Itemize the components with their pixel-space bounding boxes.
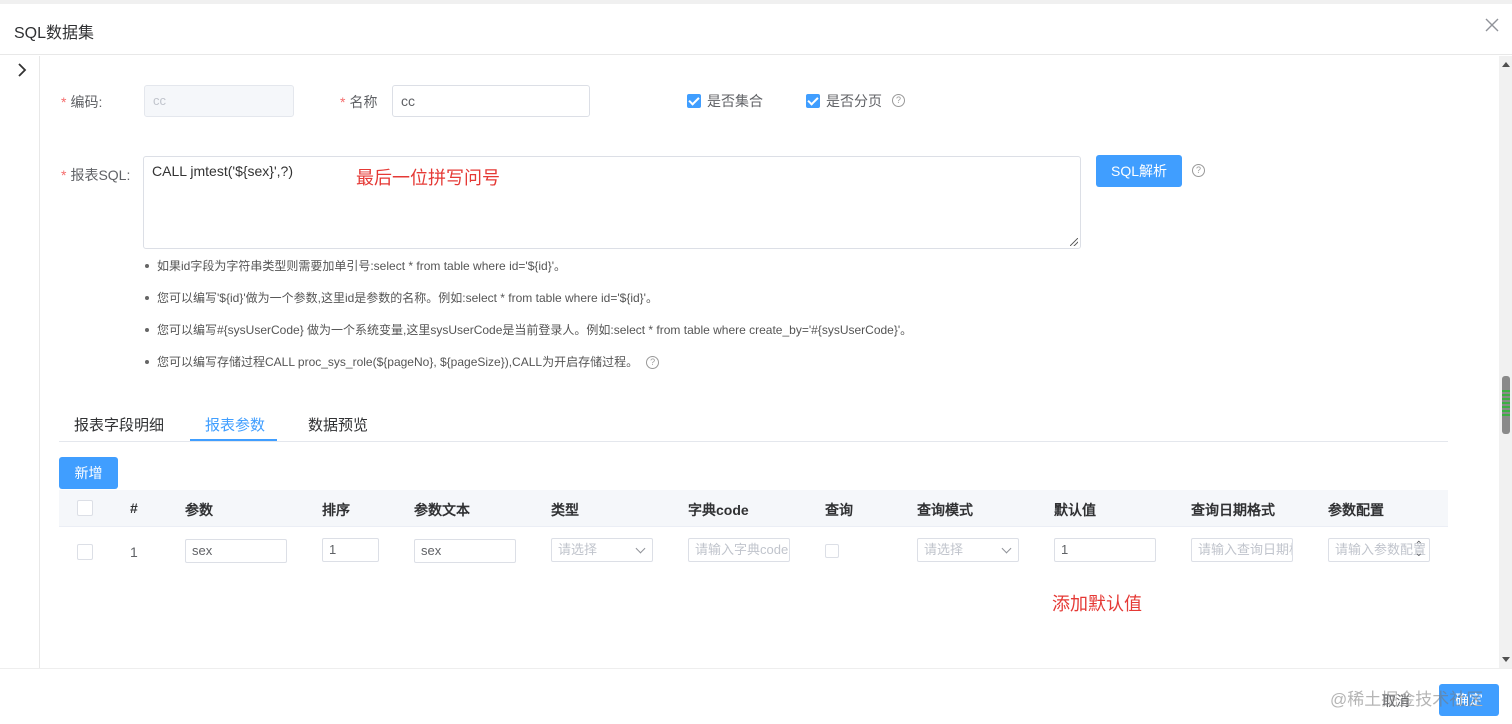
col-header: 查询日期格式 [1191, 502, 1275, 518]
is-paged-label: 是否分页 [826, 93, 882, 109]
row-checkbox[interactable] [77, 544, 93, 560]
chevron-down-icon [635, 543, 646, 554]
watermark: @稀土掘金技术社区 [1330, 690, 1484, 709]
dialog-header: SQL数据集 [0, 4, 1512, 55]
collapsed-sidebar [0, 56, 40, 668]
vertical-scrollbar[interactable] [1499, 56, 1512, 668]
select-all-checkbox[interactable] [77, 500, 93, 516]
checkbox-checked-icon [806, 94, 820, 108]
sql-parse-button[interactable]: SQL解析 [1096, 155, 1182, 187]
dialog-title: SQL数据集 [14, 25, 95, 42]
tip-item: 如果id字段为字符串类型则需要加单引号:select * from table … [145, 260, 1045, 292]
resize-handle-icon[interactable] [1070, 238, 1078, 246]
help-icon[interactable]: ? [646, 356, 660, 370]
tip-item: 您可以编写存储过程CALL proc_sys_role(${pageNo}, $… [145, 356, 1045, 388]
type-select-placeholder: 请选择 [558, 542, 598, 557]
active-tab-indicator [190, 439, 277, 441]
dialog-footer: 取消 确定 @稀土掘金技术社区 [0, 668, 1512, 724]
name-input[interactable]: cc [392, 85, 590, 117]
expand-icon[interactable]: ⌃ ⌄ [1415, 541, 1423, 559]
query-mode-placeholder: 请选择 [924, 542, 964, 557]
name-label: * 名称 [340, 94, 378, 110]
chevron-right-icon[interactable] [16, 62, 28, 78]
col-header: 查询 [825, 502, 853, 518]
col-header: 类型 [551, 502, 579, 518]
sql-tips-list: 如果id字段为字符串类型则需要加单引号:select * from table … [145, 260, 1045, 388]
query-mode-select[interactable]: 请选择 [917, 538, 1019, 562]
tab-report-params[interactable]: 报表参数 [205, 414, 265, 435]
order-input[interactable]: 1 [322, 538, 379, 562]
table-row: 1 sex 1 sex 请选择 请输入字典code 请选择 1 请输入查询日期格… [59, 527, 1448, 577]
param-text-input[interactable]: sex [414, 539, 516, 563]
help-icon[interactable]: ? [1192, 164, 1205, 177]
col-header: 默认值 [1054, 502, 1096, 518]
scroll-down-icon[interactable] [1502, 657, 1510, 662]
row-index: 1 [130, 544, 138, 560]
col-header: 参数配置 [1328, 502, 1384, 518]
chevron-down-icon [1001, 543, 1012, 554]
tip-item: 您可以编写'${id}'做为一个参数,这里id是参数的名称。例如:select … [145, 292, 1045, 324]
col-header: 字典code [688, 502, 749, 518]
code-input: cc [144, 85, 294, 117]
query-checkbox[interactable] [825, 544, 839, 558]
is-collection-label: 是否集合 [707, 93, 763, 109]
default-value-annotation: 添加默认值 [1052, 594, 1142, 614]
param-input[interactable]: sex [185, 539, 287, 563]
tab-bar: 报表字段明细 报表参数 数据预览 [59, 404, 1448, 442]
tab-data-preview[interactable]: 数据预览 [308, 414, 368, 435]
col-header: # [130, 500, 138, 516]
code-label: * 编码: [61, 94, 103, 110]
tab-field-details[interactable]: 报表字段明细 [74, 414, 164, 435]
scroll-grip [1502, 390, 1510, 418]
scroll-up-icon[interactable] [1502, 62, 1510, 67]
table-header: # 参数 排序 参数文本 类型 字典code 查询 查询模式 默认值 查询日期格… [59, 490, 1448, 527]
col-header: 参数文本 [414, 502, 470, 518]
param-config-placeholder: 请输入参数配置 [1335, 542, 1427, 557]
sql-textarea[interactable]: CALL jmtest('${sex}',?) [143, 156, 1081, 249]
is-paged-checkbox[interactable]: 是否分页 [806, 91, 882, 111]
checkbox-checked-icon [687, 94, 701, 108]
tip-item: 您可以编写#{sysUserCode} 做为一个系统变量,这里sysUserCo… [145, 324, 1045, 356]
close-icon[interactable] [1484, 17, 1500, 33]
col-header: 参数 [185, 502, 213, 518]
help-icon[interactable]: ? [892, 94, 905, 107]
scrollbar-thumb[interactable] [1502, 376, 1510, 434]
date-format-input[interactable]: 请输入查询日期格式 [1191, 538, 1293, 562]
default-value-input[interactable]: 1 [1054, 538, 1156, 562]
type-select[interactable]: 请选择 [551, 538, 653, 562]
is-collection-checkbox[interactable]: 是否集合 [687, 91, 763, 111]
sql-label: * 报表SQL: [61, 167, 131, 183]
sql-text: CALL jmtest('${sex}',?) [152, 163, 293, 179]
sql-annotation: 最后一位拼写问号 [356, 168, 500, 188]
col-header: 排序 [322, 502, 350, 518]
dialog-body: * 编码: cc * 名称 cc 是否集合 是否分页 ? * 报表SQL: CALL … [41, 56, 1497, 668]
add-button[interactable]: 新增 [59, 457, 118, 489]
param-config-input[interactable]: 请输入参数配置 ⌃ ⌄ [1328, 538, 1430, 562]
col-header: 查询模式 [917, 502, 973, 518]
dict-code-input[interactable]: 请输入字典code [688, 538, 790, 562]
